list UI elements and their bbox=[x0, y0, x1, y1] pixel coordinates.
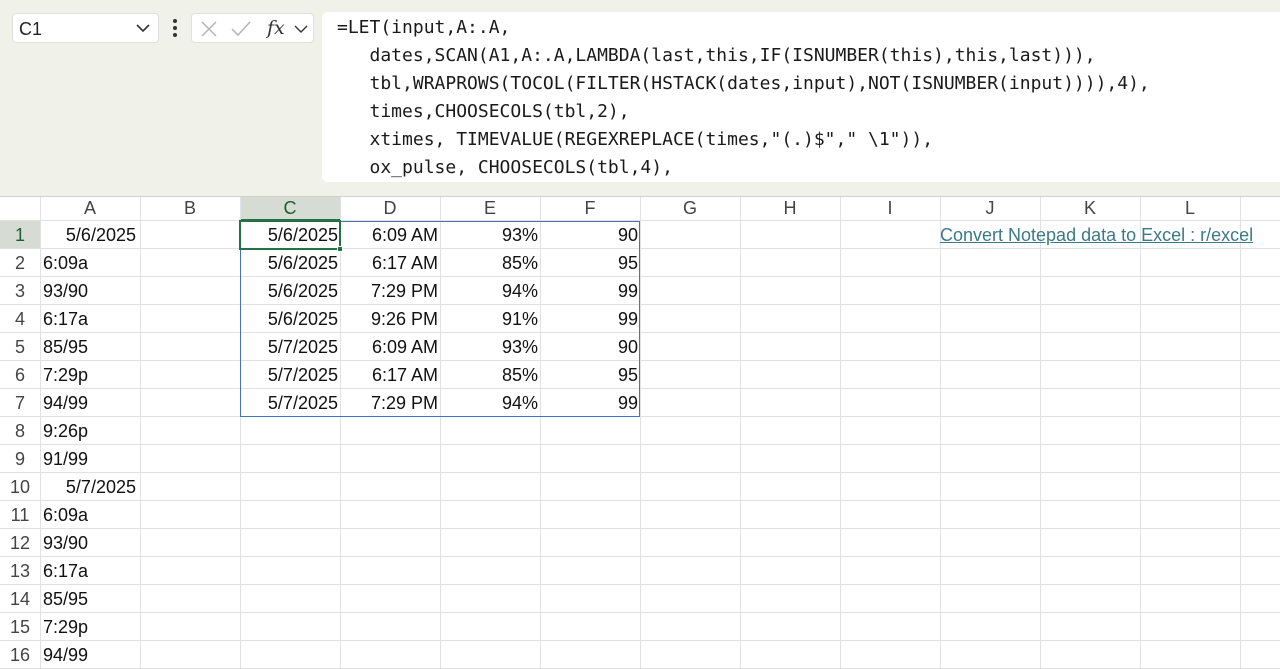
grid-line bbox=[1140, 196, 1141, 669]
formula-line: xtimes, TIMEVALUE(REGEXREPLACE(times,"(.… bbox=[337, 129, 934, 150]
grid-line bbox=[0, 360, 1280, 361]
row-header-16[interactable]: 16 bbox=[0, 641, 40, 669]
grid-line bbox=[0, 500, 1280, 501]
formula-controls: fx bbox=[191, 13, 314, 43]
chevron-down-icon[interactable] bbox=[135, 22, 151, 34]
chevron-down-icon[interactable] bbox=[294, 24, 308, 34]
column-header-e[interactable]: E bbox=[440, 196, 540, 221]
grid-line bbox=[0, 556, 1280, 557]
column-header-f[interactable]: F bbox=[540, 196, 640, 221]
cell-a13[interactable]: 6:17a bbox=[40, 557, 140, 585]
row-header-8[interactable]: 8 bbox=[0, 417, 40, 445]
cell-a12[interactable]: 93/90 bbox=[40, 529, 140, 557]
grid-line bbox=[940, 196, 941, 669]
grid-line bbox=[0, 196, 1280, 197]
row-header-10[interactable]: 10 bbox=[0, 473, 40, 501]
row-header-5[interactable]: 5 bbox=[0, 333, 40, 361]
row-header-2[interactable]: 2 bbox=[0, 249, 40, 277]
column-header-j[interactable]: J bbox=[940, 196, 1040, 221]
grid-line bbox=[0, 640, 1280, 641]
cell-a16[interactable]: 94/99 bbox=[40, 641, 140, 669]
check-icon[interactable] bbox=[230, 20, 252, 38]
column-header-g[interactable]: G bbox=[640, 196, 740, 221]
row-header-6[interactable]: 6 bbox=[0, 361, 40, 389]
cell-a3[interactable]: 93/90 bbox=[40, 277, 140, 305]
grid-line bbox=[0, 388, 1280, 389]
vertical-ellipsis-icon[interactable] bbox=[166, 15, 184, 41]
row-header-14[interactable]: 14 bbox=[0, 585, 40, 613]
formula-area: C1 fx =LET(input,A:.A, dates,SCAN(A1,A:.… bbox=[0, 0, 1280, 196]
name-box-value: C1 bbox=[19, 19, 43, 39]
formula-line: =LET(input,A:.A, bbox=[337, 17, 511, 38]
column-header-d[interactable]: D bbox=[340, 196, 440, 221]
row-header-11[interactable]: 11 bbox=[0, 501, 40, 529]
grid-line bbox=[0, 584, 1280, 585]
cell-a9[interactable]: 91/99 bbox=[40, 445, 140, 473]
cell-a5[interactable]: 85/95 bbox=[40, 333, 140, 361]
fill-handle[interactable] bbox=[337, 246, 343, 252]
fx-icon[interactable]: fx bbox=[266, 17, 290, 39]
cell-a14[interactable]: 85/95 bbox=[40, 585, 140, 613]
cell-a8[interactable]: 9:26p bbox=[40, 417, 140, 445]
row-header-9[interactable]: 9 bbox=[0, 445, 40, 473]
row-header-3[interactable]: 3 bbox=[0, 277, 40, 305]
cell-a1[interactable]: 5/6/2025 bbox=[40, 221, 140, 249]
column-header-k[interactable]: K bbox=[1040, 196, 1140, 221]
cell-a4[interactable]: 6:17a bbox=[40, 305, 140, 333]
formula-line: ox_pulse, CHOOSECOLS(tbl,4), bbox=[337, 157, 673, 178]
row-header-1[interactable]: 1 bbox=[0, 221, 40, 249]
grid-line bbox=[0, 472, 1280, 473]
formula-line: tbl,WRAPROWS(TOCOL(FILTER(HSTACK(dates,i… bbox=[337, 73, 1150, 94]
column-header-b[interactable]: B bbox=[140, 196, 240, 221]
grid-line bbox=[840, 196, 841, 669]
formula-line: dates,SCAN(A1,A:.A,LAMBDA(last,this,IF(I… bbox=[337, 45, 1096, 66]
close-icon[interactable] bbox=[200, 20, 218, 38]
row-header-7[interactable]: 7 bbox=[0, 389, 40, 417]
grid-line bbox=[0, 304, 1280, 305]
cell-a2[interactable]: 6:09a bbox=[40, 249, 140, 277]
row-header-12[interactable]: 12 bbox=[0, 529, 40, 557]
hyperlink-cell-j1[interactable]: Convert Notepad data to Excel : r/excel bbox=[940, 221, 1253, 249]
grid-line bbox=[140, 196, 141, 669]
spill-range-border bbox=[240, 221, 640, 417]
active-cell-border bbox=[239, 220, 341, 250]
formula-line: times,CHOOSECOLS(tbl,2), bbox=[337, 101, 630, 122]
grid-line bbox=[1040, 196, 1041, 669]
column-header-h[interactable]: H bbox=[740, 196, 840, 221]
cell-a6[interactable]: 7:29p bbox=[40, 361, 140, 389]
grid-line bbox=[640, 196, 641, 669]
column-header-i[interactable]: I bbox=[840, 196, 940, 221]
cell-a15[interactable]: 7:29p bbox=[40, 613, 140, 641]
column-header-a[interactable]: A bbox=[40, 196, 140, 221]
cell-a10[interactable]: 5/7/2025 bbox=[40, 473, 140, 501]
grid-line bbox=[0, 276, 1280, 277]
formula-input[interactable]: =LET(input,A:.A, dates,SCAN(A1,A:.A,LAMB… bbox=[322, 12, 1280, 182]
grid-line bbox=[1240, 196, 1241, 669]
row-header-13[interactable]: 13 bbox=[0, 557, 40, 585]
grid-line bbox=[0, 444, 1280, 445]
grid-line bbox=[0, 416, 1280, 417]
column-header-c[interactable]: C bbox=[240, 196, 340, 221]
grid-line bbox=[0, 528, 1280, 529]
cell-a7[interactable]: 94/99 bbox=[40, 389, 140, 417]
grid-line bbox=[0, 612, 1280, 613]
grid-line bbox=[0, 332, 1280, 333]
name-box[interactable]: C1 bbox=[12, 13, 159, 43]
column-header-l[interactable]: L bbox=[1140, 196, 1240, 221]
row-header-4[interactable]: 4 bbox=[0, 305, 40, 333]
row-header-15[interactable]: 15 bbox=[0, 613, 40, 641]
cell-a11[interactable]: 6:09a bbox=[40, 501, 140, 529]
grid-line bbox=[740, 196, 741, 669]
svg-text:fx: fx bbox=[266, 17, 285, 39]
